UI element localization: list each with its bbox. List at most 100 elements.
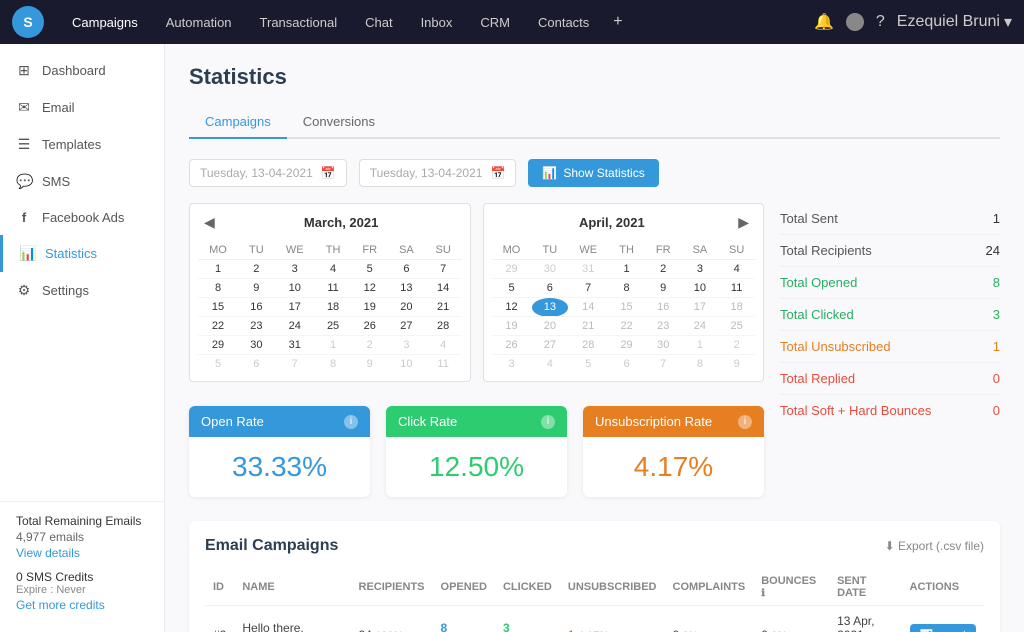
nav-contacts[interactable]: Contacts [526, 9, 601, 36]
cal-day-cell[interactable]: 2 [238, 260, 275, 279]
cal-day-cell[interactable]: 8 [682, 355, 719, 374]
cal-day-cell[interactable]: 1 [682, 336, 719, 355]
cal-day-cell[interactable]: 3 [388, 336, 425, 355]
sidebar-item-sms[interactable]: 💬 SMS [0, 163, 164, 200]
sidebar-item-dashboard[interactable]: ⊞ Dashboard [0, 52, 164, 89]
cal-day-cell[interactable]: 21 [425, 298, 462, 317]
cal-day-cell[interactable]: 10 [388, 355, 425, 374]
cal-day-cell[interactable]: 29 [198, 336, 238, 355]
date-from-input[interactable]: Tuesday, 13-04-2021 📅 [189, 159, 347, 187]
open-rate-info-icon[interactable]: i [344, 415, 358, 429]
cal-day-cell[interactable]: 29 [492, 260, 532, 279]
get-more-credits-link[interactable]: Get more credits [16, 598, 148, 612]
date-to-input[interactable]: Tuesday, 13-04-2021 📅 [359, 159, 517, 187]
cal-day-cell[interactable]: 30 [532, 260, 569, 279]
sidebar-item-statistics[interactable]: 📊 Statistics [0, 235, 164, 272]
cal-day-cell[interactable]: 14 [568, 298, 608, 317]
user-menu[interactable]: Ezequiel Bruni ▾ [897, 12, 1012, 32]
cal-day-cell[interactable]: 24 [275, 317, 315, 336]
cal-day-cell[interactable]: 23 [645, 317, 682, 336]
cal-day-cell[interactable]: 17 [682, 298, 719, 317]
cal-day-cell[interactable]: 29 [608, 336, 645, 355]
cal-day-cell[interactable]: 25 [718, 317, 755, 336]
add-nav-icon[interactable]: + [605, 7, 630, 37]
cal-day-cell[interactable]: 2 [351, 336, 388, 355]
cal-day-cell[interactable]: 2 [718, 336, 755, 355]
cal-day-cell[interactable]: 28 [568, 336, 608, 355]
cal-day-cell[interactable]: 24 [682, 317, 719, 336]
cal-day-cell[interactable]: 7 [645, 355, 682, 374]
cal-day-cell[interactable]: 15 [608, 298, 645, 317]
cal-prev-button[interactable]: ◀ [198, 212, 221, 233]
logo[interactable]: S [12, 6, 44, 38]
tab-conversions[interactable]: Conversions [287, 106, 391, 139]
cal-day-cell[interactable]: 4 [532, 355, 569, 374]
cal-day-cell[interactable]: 6 [532, 279, 569, 298]
cal-day-cell[interactable]: 3 [492, 355, 532, 374]
cal-day-cell[interactable]: 2 [645, 260, 682, 279]
cal-day-cell[interactable]: 26 [351, 317, 388, 336]
view-details-link[interactable]: View details [16, 546, 148, 560]
export-csv-link[interactable]: ⬇ Export (.csv file) [885, 539, 984, 553]
cal-day-cell[interactable]: 5 [198, 355, 238, 374]
cal-day-cell[interactable]: 1 [608, 260, 645, 279]
cal-day-cell[interactable]: 7 [568, 279, 608, 298]
cal-day-cell[interactable]: 5 [568, 355, 608, 374]
click-rate-info-icon[interactable]: i [541, 415, 555, 429]
cal-day-cell[interactable]: 14 [425, 279, 462, 298]
cal-day-cell[interactable]: 1 [198, 260, 238, 279]
nav-campaigns[interactable]: Campaigns [60, 9, 150, 36]
nav-chat[interactable]: Chat [353, 9, 404, 36]
cal-day-cell[interactable]: 22 [198, 317, 238, 336]
cal-day-cell[interactable]: 4 [718, 260, 755, 279]
calendar-from-icon[interactable]: 📅 [321, 166, 336, 180]
sidebar-item-templates[interactable]: ☰ Templates [0, 126, 164, 163]
cal-day-cell[interactable]: 3 [275, 260, 315, 279]
cal-day-cell[interactable]: 8 [608, 279, 645, 298]
cal-day-cell[interactable]: 27 [532, 336, 569, 355]
cal-day-cell[interactable]: 4 [425, 336, 462, 355]
cal-day-cell[interactable]: 5 [492, 279, 532, 298]
cal-day-cell[interactable]: 6 [608, 355, 645, 374]
cal-day-cell[interactable]: 20 [532, 317, 569, 336]
cal-day-cell[interactable]: 16 [645, 298, 682, 317]
cal-day-cell[interactable]: 27 [388, 317, 425, 336]
cal-day-cell[interactable]: 13 [388, 279, 425, 298]
sidebar-item-email[interactable]: ✉ Email [0, 89, 164, 126]
cal-day-cell[interactable]: 28 [425, 317, 462, 336]
cal-day-cell[interactable]: 9 [718, 355, 755, 374]
cal-day-cell[interactable]: 12 [492, 298, 532, 317]
cal-day-cell[interactable]: 31 [568, 260, 608, 279]
cal-day-cell[interactable]: 11 [718, 279, 755, 298]
cal-day-cell[interactable]: 31 [275, 336, 315, 355]
cal-day-cell[interactable]: 6 [388, 260, 425, 279]
nav-automation[interactable]: Automation [154, 9, 244, 36]
cal-day-cell[interactable]: 3 [682, 260, 719, 279]
cal-day-cell[interactable]: 8 [315, 355, 352, 374]
sidebar-item-settings[interactable]: ⚙ Settings [0, 272, 164, 309]
cal-day-cell[interactable]: 5 [351, 260, 388, 279]
cal-day-cell[interactable]: 22 [608, 317, 645, 336]
cal-day-cell[interactable]: 30 [238, 336, 275, 355]
cal-day-cell[interactable]: 4 [315, 260, 352, 279]
show-statistics-button[interactable]: 📊 Show Statistics [528, 159, 658, 187]
tab-campaigns[interactable]: Campaigns [189, 106, 287, 139]
calendar-to-icon[interactable]: 📅 [490, 166, 505, 180]
bounces-info-icon[interactable]: ℹ [761, 588, 765, 599]
cal-day-cell[interactable]: 9 [351, 355, 388, 374]
cal-day-cell[interactable]: 10 [275, 279, 315, 298]
nav-inbox[interactable]: Inbox [409, 9, 465, 36]
cal-day-cell[interactable]: 18 [718, 298, 755, 317]
report-button[interactable]: 📊 report [910, 624, 976, 632]
cal-day-cell[interactable]: 26 [492, 336, 532, 355]
cal-day-cell[interactable]: 25 [315, 317, 352, 336]
help-icon[interactable]: ? [876, 13, 885, 31]
cal-day-cell[interactable]: 6 [238, 355, 275, 374]
bell-icon[interactable]: 🔔 [814, 12, 834, 32]
cal-day-cell[interactable]: 30 [645, 336, 682, 355]
cal-day-cell[interactable]: 7 [275, 355, 315, 374]
cal-day-cell[interactable]: 8 [198, 279, 238, 298]
cal-day-cell[interactable]: 1 [315, 336, 352, 355]
cal-day-cell[interactable]: 20 [388, 298, 425, 317]
cal-day-cell[interactable]: 11 [425, 355, 462, 374]
